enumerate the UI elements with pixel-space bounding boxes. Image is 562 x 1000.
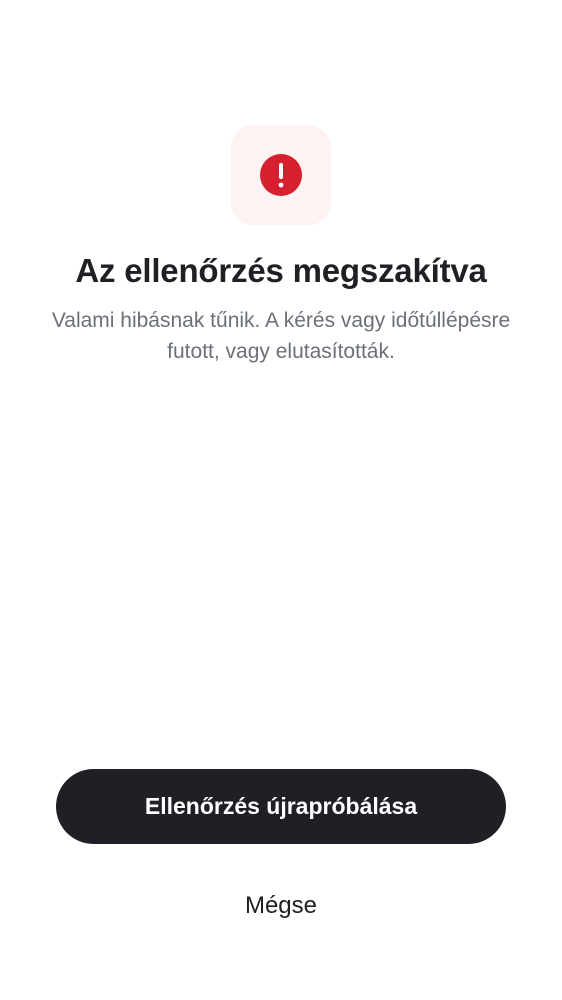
error-message: Valami hibásnak tűnik. A kérés vagy időt…	[51, 309, 511, 363]
retry-verification-button[interactable]: Ellenőrzés újrapróbálása	[56, 769, 506, 844]
cancel-button[interactable]: Mégse	[181, 880, 381, 932]
page-title: Az ellenőrzés megszakítva	[75, 252, 487, 289]
alert-circle-icon	[260, 154, 302, 196]
status-icon-container	[231, 125, 331, 225]
